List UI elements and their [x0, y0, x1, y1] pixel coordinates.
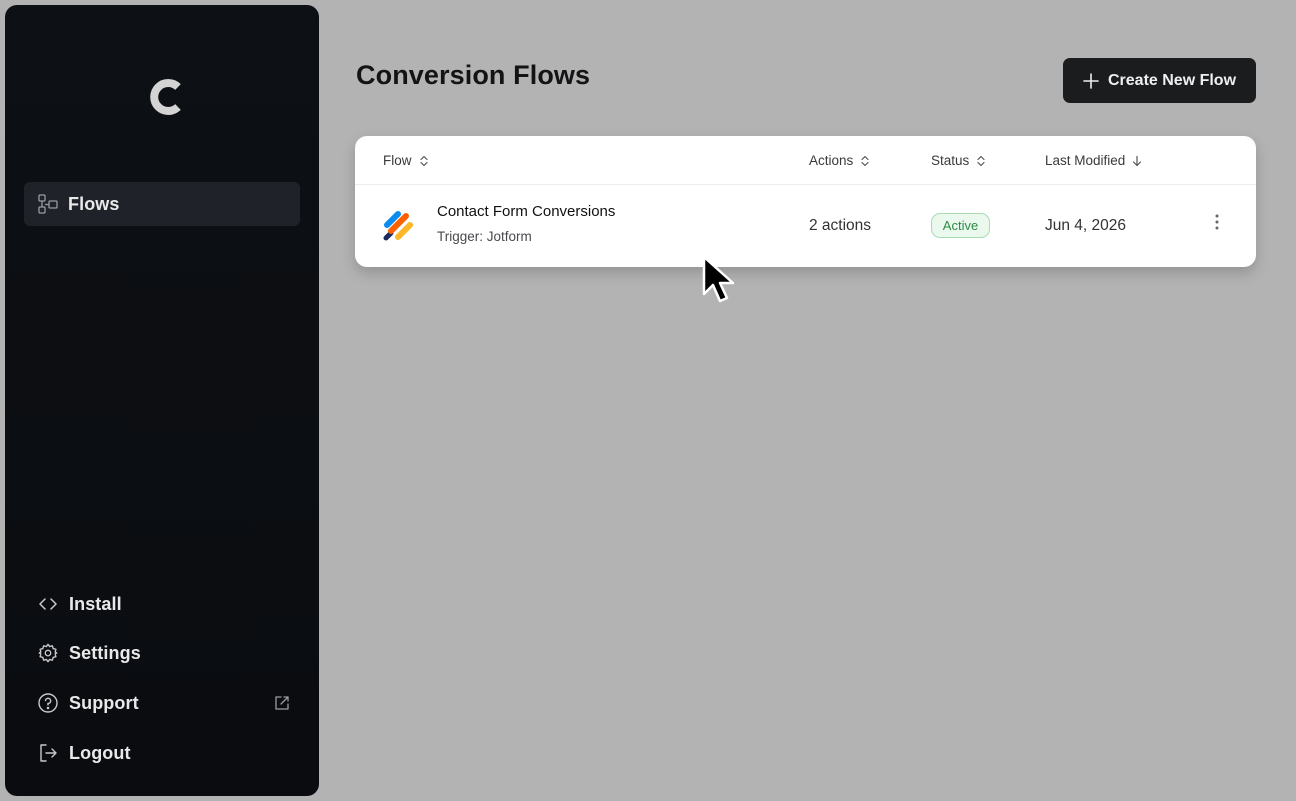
column-header-label: Status — [931, 153, 970, 168]
sidebar-item-install[interactable]: Install — [37, 588, 291, 620]
table-row[interactable]: Contact Form Conversions Trigger: Jotfor… — [355, 185, 1256, 267]
sidebar-item-settings[interactable]: Settings — [37, 637, 291, 669]
column-header-label: Flow — [383, 153, 412, 168]
sidebar-item-logout[interactable]: Logout — [37, 737, 291, 769]
sidebar-item-label: Install — [69, 593, 122, 614]
flow-trigger: Trigger: Jotform — [437, 229, 532, 244]
sort-icon — [419, 155, 429, 167]
sidebar-item-label: Flows — [68, 193, 120, 214]
page-title: Conversion Flows — [356, 60, 591, 90]
flows-table: Flow Actions Status Last Modified Contac… — [355, 136, 1256, 267]
sort-desc-icon — [1132, 155, 1142, 167]
flow-last-modified: Jun 4, 2026 — [1045, 217, 1127, 234]
create-new-flow-button[interactable]: Create New Flow — [1063, 58, 1256, 103]
status-badge: Active — [931, 213, 990, 238]
column-header-label: Last Modified — [1045, 153, 1126, 168]
column-header-label: Actions — [809, 153, 854, 168]
sidebar-item-flows[interactable]: Flows — [24, 182, 300, 226]
flows-icon — [37, 193, 59, 215]
column-header-last-modified[interactable]: Last Modified — [1045, 153, 1142, 168]
column-header-flow[interactable]: Flow — [383, 153, 429, 168]
sidebar-item-label: Settings — [69, 642, 141, 663]
flow-name[interactable]: Contact Form Conversions — [437, 203, 615, 220]
sort-icon — [860, 155, 870, 167]
external-link-icon — [273, 694, 291, 712]
column-header-actions[interactable]: Actions — [809, 153, 870, 168]
sidebar-item-label: Logout — [69, 742, 131, 763]
more-options-icon[interactable] — [1210, 212, 1224, 232]
c-logo-icon[interactable] — [145, 75, 189, 119]
mouse-cursor-icon — [700, 254, 740, 306]
code-icon — [37, 593, 59, 615]
sidebar-item-label: Support — [69, 692, 139, 713]
help-circle-icon — [37, 692, 59, 714]
create-new-flow-label: Create New Flow — [1107, 71, 1237, 89]
column-header-status[interactable]: Status — [931, 153, 986, 168]
jotform-logo-icon — [383, 207, 417, 243]
gear-icon — [37, 642, 59, 664]
logout-icon — [37, 742, 59, 764]
table-header: Flow Actions Status Last Modified — [355, 136, 1256, 185]
plus-icon — [1083, 72, 1099, 89]
sidebar-item-support[interactable]: Support — [37, 687, 291, 719]
sidebar: Flows Install Settings Support Logout — [5, 5, 319, 796]
sort-icon — [976, 155, 986, 167]
flow-actions-count: 2 actions — [809, 217, 872, 234]
